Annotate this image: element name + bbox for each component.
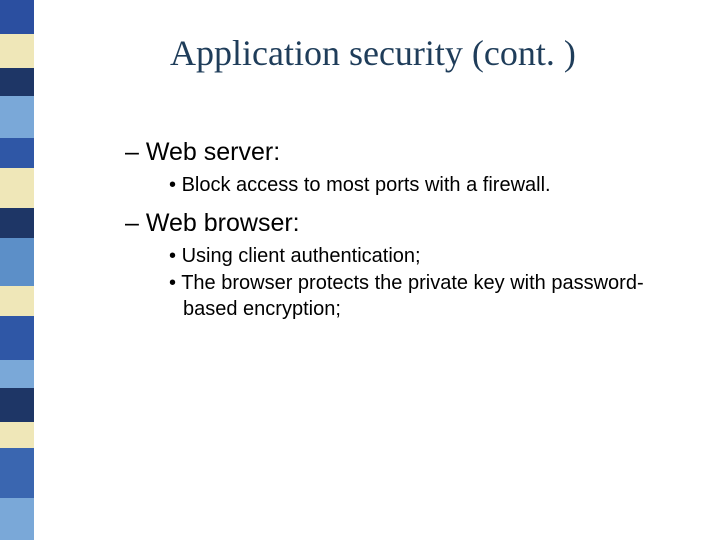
sidebar-segment [0,68,34,96]
section-heading: Web server: [125,138,665,167]
sidebar-segment [0,238,34,286]
bullet-item: The browser protects the private key wit… [169,271,665,322]
sidebar-segment [0,0,34,34]
sidebar-segment [0,34,34,68]
sidebar-segment [0,388,34,422]
bullet-group: Block access to most ports with a firewa… [169,173,665,199]
bullet-group: Using client authentication; The browser… [169,244,665,323]
sidebar-segment [0,422,34,448]
sidebar-segment [0,316,34,360]
slide-title: Application security (cont. ) [170,32,576,74]
sidebar-segment [0,498,34,540]
sidebar-segment [0,96,34,138]
slide-content: Web server: Block access to most ports w… [125,130,665,332]
sidebar-segment [0,208,34,238]
bullet-item: Using client authentication; [169,244,665,270]
sidebar-segment [0,448,34,498]
section-heading: Web browser: [125,209,665,238]
sidebar-segment [0,360,34,388]
sidebar-segment [0,286,34,316]
sidebar-segment [0,138,34,168]
sidebar-segment [0,168,34,208]
decorative-sidebar [0,0,34,540]
bullet-item: Block access to most ports with a firewa… [169,173,665,199]
